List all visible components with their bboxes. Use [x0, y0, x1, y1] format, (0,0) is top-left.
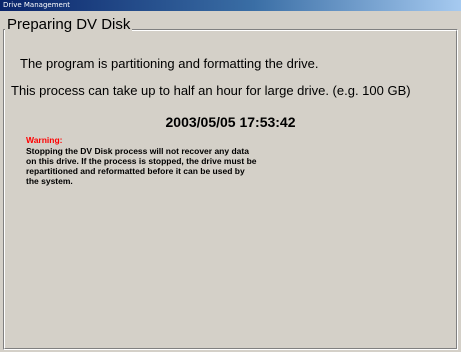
- duration-message: This process can take up to half an hour…: [11, 83, 411, 98]
- warning-title: Warning:: [26, 135, 63, 145]
- group-box-border: [4, 30, 457, 349]
- title-bar[interactable]: Drive Management: [0, 0, 461, 11]
- warning-text-line: the system.: [26, 176, 73, 186]
- window-title: Drive Management: [3, 1, 70, 9]
- current-datetime: 2003/05/05 17:53:42: [165, 114, 296, 130]
- warning-text-line: on this drive. If the process is stopped…: [26, 156, 257, 166]
- group-title: Preparing DV Disk: [5, 15, 133, 35]
- preparing-group-box: [3, 29, 458, 350]
- drive-management-window: Drive Management Preparing DV Disk The p…: [0, 0, 461, 352]
- status-message: The program is partitioning and formatti…: [20, 56, 319, 71]
- warning-text-line: repartitioned and reformatted before it …: [26, 166, 245, 176]
- warning-text-line: Stopping the DV Disk process will not re…: [26, 146, 249, 156]
